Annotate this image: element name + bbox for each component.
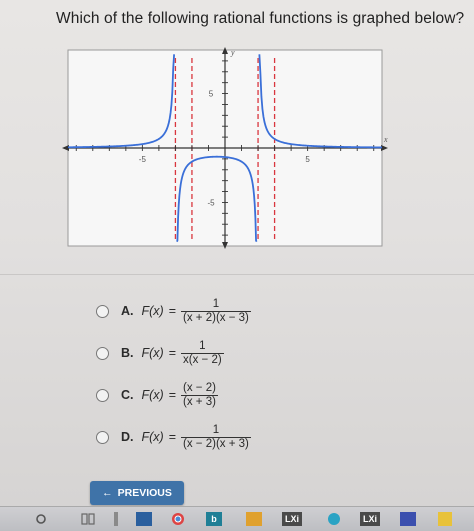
function-name: F(x) [141,430,164,444]
x-tick-label-pos: 5 [305,155,310,164]
numerator: (x − 2) [183,381,216,394]
x-axis-label: x [383,135,388,144]
fraction: 1 x(x − 2) [181,340,224,367]
radio-button[interactable] [96,346,109,360]
denominator: (x + 2)(x − 3) [181,310,251,324]
divider [0,274,474,275]
graph-svg: -5 5 5 -5 x y [62,47,388,249]
radio-button[interactable] [96,388,109,402]
previous-label: PREVIOUS [117,487,172,499]
denominator: (x − 2)(x + 3) [181,436,251,450]
bing-icon[interactable]: b [206,512,222,526]
fraction: 1 (x + 2)(x − 3) [181,298,251,325]
graph: -5 5 5 -5 x y [58,44,388,252]
choice-c[interactable]: C. F(x) = (x − 2) (x + 3) [96,380,218,410]
denominator: x(x − 2) [181,352,224,366]
equals-sign: = [168,346,177,360]
lxi-label-2: LXi [362,514,377,524]
choice-letter: B. [121,346,134,360]
numerator: 1 [199,339,206,352]
x-axis-arrow-left [62,145,69,151]
page: Which of the following rational function… [0,0,474,506]
numerator: 1 [212,297,220,310]
fraction: (x − 2) (x + 3) [181,382,218,409]
lxi-label: LXi [284,514,299,524]
task-view-icon[interactable] [80,512,96,526]
search-icon[interactable] [34,512,48,526]
radio-button[interactable] [96,430,109,444]
choice-d[interactable]: D. F(x) = 1 (x − 2)(x + 3) [96,422,251,452]
choice-b[interactable]: B. F(x) = 1 x(x − 2) [96,338,224,368]
function-name: F(x) [141,346,164,360]
files-icon[interactable] [246,512,262,526]
equals-sign: = [168,430,177,444]
chrome-icon[interactable] [170,512,186,526]
arrow-left-icon: ← [102,487,113,499]
question-text: Which of the following rational function… [56,10,465,27]
y-tick-label-pos: 5 [209,90,214,99]
choice-letter: C. [121,388,134,402]
folder-icon[interactable] [136,512,152,526]
equals-sign: = [168,304,177,318]
lxi-app-icon[interactable]: LXi [282,512,302,526]
choice-a[interactable]: A. F(x) = 1 (x + 2)(x − 3) [96,296,251,326]
y-axis-label: y [230,48,235,57]
mail-icon[interactable] [400,512,416,526]
denominator: (x + 3) [181,394,218,408]
lxi-app-icon-2[interactable]: LXi [360,512,380,526]
divider-icon [114,512,118,526]
function-name: F(x) [141,388,164,402]
x-axis-arrow-right [381,145,388,151]
previous-button[interactable]: ← PREVIOUS [90,481,184,505]
choice-letter: A. [121,304,134,318]
notes-icon[interactable] [438,512,452,526]
equals-sign: = [168,388,177,402]
numerator: 1 [212,423,220,436]
x-tick-label-neg: -5 [139,155,147,164]
function-name: F(x) [141,304,164,318]
taskbar: b LXi LXi [0,506,474,531]
y-tick-label-neg: -5 [207,198,215,207]
fraction: 1 (x − 2)(x + 3) [181,424,251,451]
choice-letter: D. [121,430,134,444]
edge-icon[interactable] [326,512,342,526]
radio-button[interactable] [96,304,109,318]
